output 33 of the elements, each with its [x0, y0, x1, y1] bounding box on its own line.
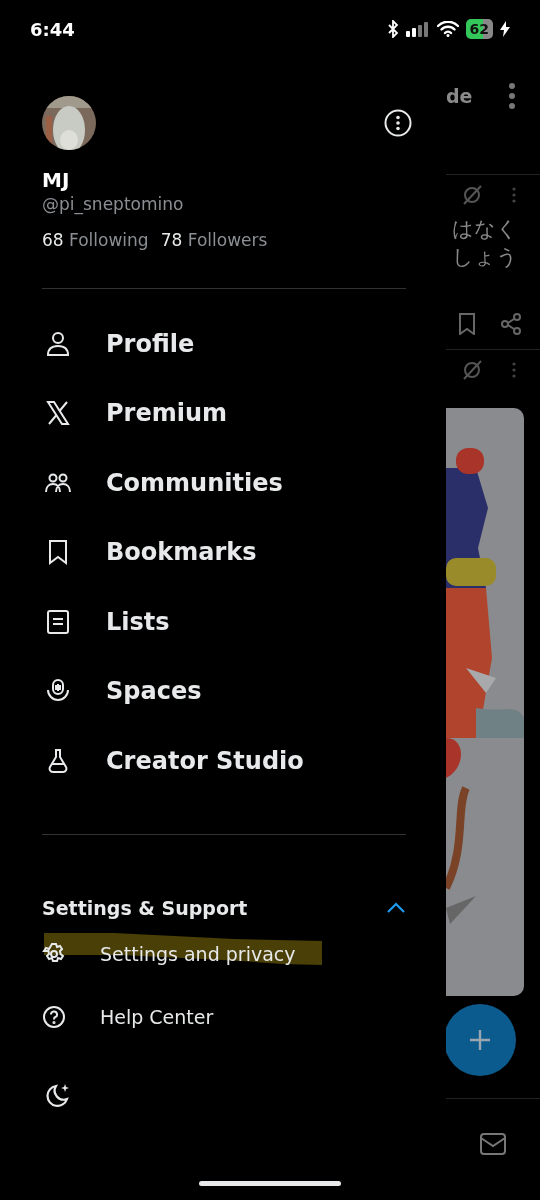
x-logo-icon: [44, 399, 72, 428]
menu-item[interactable]: Lists: [42, 587, 406, 657]
profile-name: MJ: [42, 168, 71, 192]
list-icon: [44, 607, 72, 636]
feed-title: de: [446, 85, 473, 107]
battery-level: 62: [465, 19, 493, 39]
share-icon[interactable]: [500, 313, 522, 335]
post-text: はなく: [451, 216, 519, 243]
profile-handle: @pi_sneptomino: [42, 194, 185, 214]
chevron-up-icon: [386, 901, 406, 914]
menu-item[interactable]: Premium: [42, 378, 406, 448]
mail-icon[interactable]: [479, 1132, 507, 1156]
menu-item[interactable]: Settings and privacy: [42, 922, 406, 986]
bluetooth-icon: [386, 20, 399, 38]
settings-support-toggle[interactable]: Settings & Support: [42, 892, 406, 923]
menu-item[interactable]: Profile: [42, 309, 406, 379]
following-link[interactable]: 68 Following: [42, 230, 149, 250]
post-text: しょう: [451, 244, 519, 271]
menu-item[interactable]: Spaces: [42, 656, 406, 726]
charging-icon: [500, 21, 510, 37]
bookmark-icon[interactable]: [458, 313, 476, 335]
plus-icon: [467, 1027, 493, 1053]
person-icon: [44, 329, 72, 358]
menu-item[interactable]: Creator Studio: [42, 726, 406, 796]
signal-icon: [405, 21, 430, 37]
followers-link[interactable]: 78 Followers: [160, 230, 268, 250]
menu-item[interactable]: Help Center: [42, 985, 406, 1049]
menu-item[interactable]: Communities: [42, 448, 406, 518]
help-icon: [42, 1005, 66, 1029]
more-options-icon[interactable]: [384, 109, 412, 137]
menu-item[interactable]: Bookmarks: [42, 517, 406, 587]
status-time: 6:44: [30, 18, 75, 40]
wifi-icon: [436, 21, 459, 37]
